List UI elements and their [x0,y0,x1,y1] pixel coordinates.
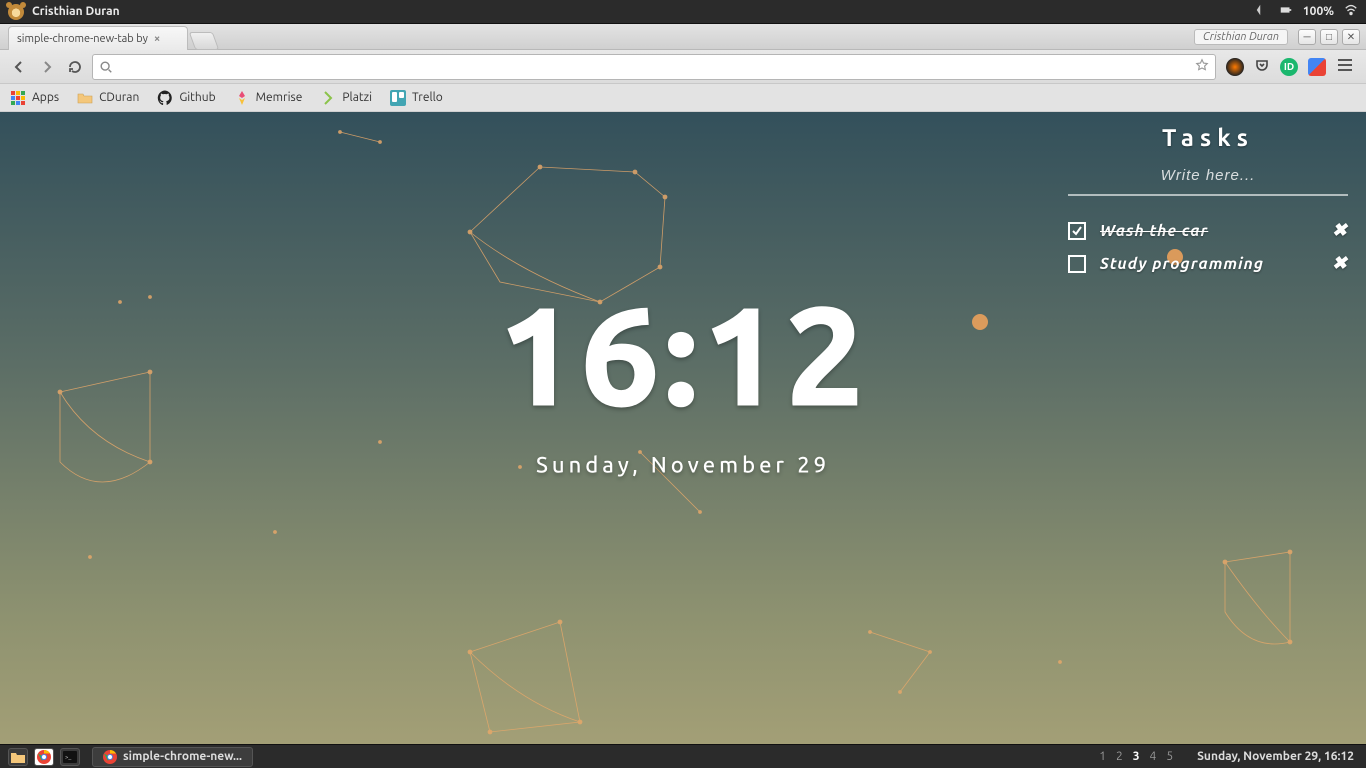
task-item: Study programming ✖ [1068,247,1348,280]
workspace-button[interactable]: 2 [1116,750,1123,763]
distro-logo-icon[interactable] [8,4,24,20]
bookmark-item[interactable]: Platzi [320,90,372,106]
task-label: Study programming [1100,255,1318,273]
terminal-launcher[interactable]: >_ [60,748,80,766]
folder-icon [77,90,93,106]
tab-title: simple-chrome-new-tab by [17,33,148,45]
bookmark-label: Github [179,91,215,104]
github-icon [157,90,173,106]
address-bar[interactable] [92,54,1216,80]
workspace-button[interactable]: 1 [1099,750,1106,763]
chrome-launcher[interactable] [34,748,54,766]
bookmarks-apps-button[interactable]: Apps [10,90,59,106]
taskbar-running-app[interactable]: simple-chrome-new... [92,747,253,767]
files-launcher[interactable] [8,748,28,766]
bookmark-label: Trello [412,91,443,104]
taskbar-launchers: >_ [0,748,88,766]
translate-icon[interactable] [1308,58,1326,76]
taskbar-running-label: simple-chrome-new... [123,750,242,763]
wifi-icon[interactable] [1344,3,1358,20]
window-owner-label: Cristhian Duran [1194,29,1288,45]
clock-date: Sunday, November 29 [498,453,868,478]
system-tray: 100% [1255,3,1358,20]
pocket-icon[interactable] [1254,57,1270,77]
task-list: Wash the car ✖ Study programming ✖ [1068,214,1348,280]
chrome-icon [103,750,117,764]
browser-tab[interactable]: simple-chrome-new-tab by × [8,26,188,50]
tasks-title: Tasks [1068,124,1348,151]
bookmark-item[interactable]: CDuran [77,90,139,106]
task-label: Wash the car [1100,222,1318,240]
search-icon [99,60,113,74]
browser-menu-button[interactable] [1336,56,1354,78]
new-tab-page: 16:12 Sunday, November 29 Tasks Wash the… [0,112,1366,744]
bookmarks-apps-label: Apps [32,91,59,104]
bookmark-item[interactable]: Memrise [234,90,303,106]
bookmark-label: Memrise [256,91,303,104]
tab-close-button[interactable]: × [154,33,160,45]
nav-back-button[interactable] [8,56,30,78]
window-minimize-button[interactable]: ─ [1298,29,1316,45]
task-delete-button[interactable]: ✖ [1332,220,1348,241]
platzi-icon [320,90,336,106]
workspace-button[interactable]: 3 [1133,750,1140,763]
browser-toolbar: ID [0,50,1366,84]
battery-icon[interactable] [1279,3,1293,20]
extension-icon[interactable] [1226,58,1244,76]
new-task-input[interactable] [1068,161,1348,196]
window-maximize-button[interactable]: □ [1320,29,1338,45]
clock-time: 16:12 [498,277,868,433]
memrise-icon [234,90,250,106]
tray-arrow-icon[interactable] [1255,3,1269,20]
new-tab-button[interactable] [189,32,220,50]
workspace-switcher: 1 2 3 4 5 [1087,750,1185,763]
system-menu-bar: Cristhian Duran 100% [0,0,1366,24]
extension-icon[interactable]: ID [1280,58,1298,76]
bookmarks-bar: Apps CDuran Github Memrise Platzi [0,84,1366,112]
task-item: Wash the car ✖ [1068,214,1348,247]
task-checkbox[interactable] [1068,222,1086,240]
workspace-button[interactable]: 4 [1150,750,1157,763]
battery-percent: 100% [1303,5,1334,18]
browser-window: Cristhian Duran ─ □ ✕ simple-chrome-new-… [0,24,1366,744]
bookmark-star-icon[interactable] [1195,58,1209,76]
apps-grid-icon [10,90,26,106]
extension-icons: ID [1222,56,1358,78]
address-input[interactable] [119,59,1189,74]
system-user-label[interactable]: Cristhian Duran [32,5,120,18]
task-delete-button[interactable]: ✖ [1332,253,1348,274]
taskbar-clock[interactable]: Sunday, November 29, 16:12 [1185,750,1366,763]
workspace-button[interactable]: 5 [1166,750,1173,763]
bookmark-label: Platzi [342,91,372,104]
clock-widget: 16:12 Sunday, November 29 [498,277,868,478]
desktop-taskbar: >_ simple-chrome-new... 1 2 3 4 5 Sunday… [0,744,1366,768]
nav-forward-button[interactable] [36,56,58,78]
bookmark-label: CDuran [99,91,139,104]
task-checkbox[interactable] [1068,255,1086,273]
tasks-panel: Tasks Wash the car ✖ Study programming ✖ [1068,124,1348,280]
window-close-button[interactable]: ✕ [1342,29,1360,45]
trello-icon [390,90,406,106]
nav-reload-button[interactable] [64,56,86,78]
svg-text:>_: >_ [65,754,71,761]
tab-strip: simple-chrome-new-tab by × [8,24,216,50]
bookmark-item[interactable]: Github [157,90,215,106]
bookmark-item[interactable]: Trello [390,90,443,106]
